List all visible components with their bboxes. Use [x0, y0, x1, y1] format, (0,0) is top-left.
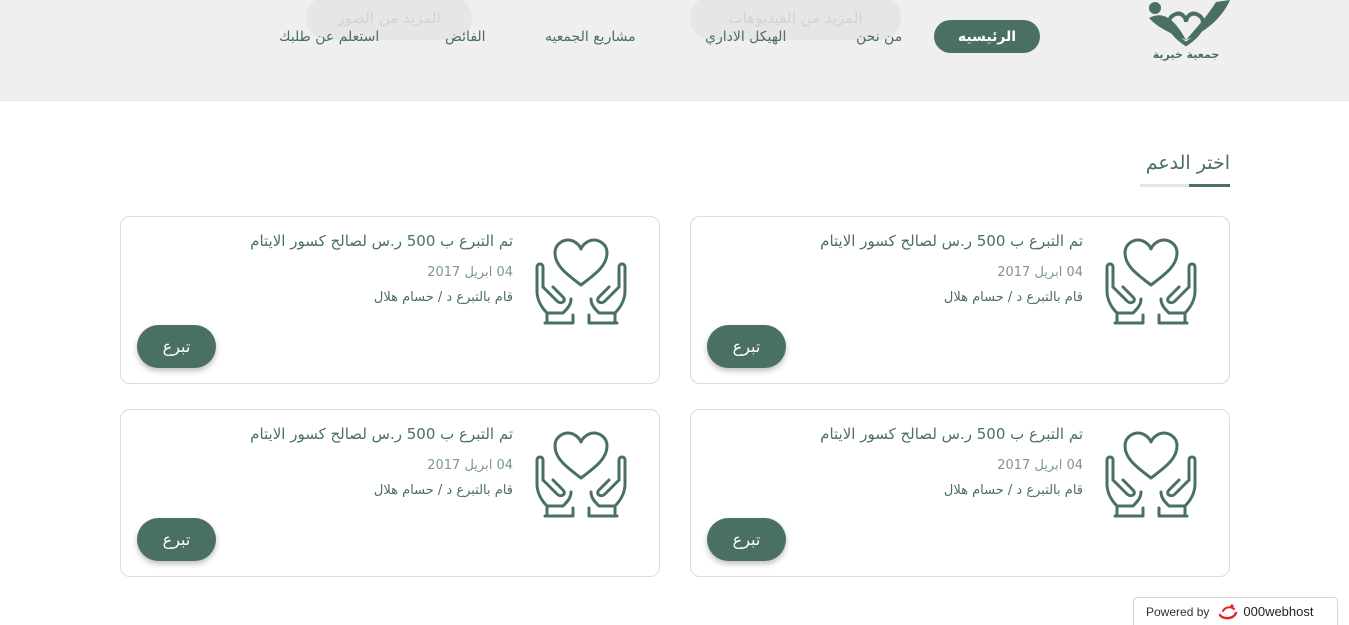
card-title: تم التبرع ب 500 ر.س لصالح كسور الايتام: [820, 425, 1083, 443]
card-donor: قام بالتبرع د / حسام هلال: [943, 290, 1083, 305]
donate-button[interactable]: تبرع: [707, 518, 786, 561]
card-donor: قام بالتبرع د / حسام هلال: [373, 483, 513, 498]
webhost-brand: 000webhost: [1243, 604, 1314, 619]
card-title: تم التبرع ب 500 ر.س لصالح كسور الايتام: [250, 425, 513, 443]
webhost-logo-icon: [1219, 603, 1238, 619]
heart-in-hands-icon: [535, 431, 627, 518]
heart-in-hands-icon: [1105, 431, 1197, 518]
heart-in-hands-icon: [1105, 238, 1197, 325]
card-title: تم التبرع ب 500 ر.س لصالح كسور الايتام: [820, 232, 1083, 250]
card-date: 04 ابريل 2017: [997, 458, 1083, 473]
nav-item-home[interactable]: الرئيسيه: [934, 20, 1040, 53]
donate-button[interactable]: تبرع: [137, 518, 216, 561]
donation-card: تم التبرع ب 500 ر.س لصالح كسور الايتام 0…: [120, 216, 660, 384]
card-date: 04 ابريل 2017: [427, 458, 513, 473]
card-date: 04 ابريل 2017: [997, 265, 1083, 280]
card-title: تم التبرع ب 500 ر.س لصالح كسور الايتام: [250, 232, 513, 250]
nav-item-about[interactable]: من نحن: [856, 27, 902, 47]
donate-button[interactable]: تبرع: [707, 325, 786, 368]
donation-card: تم التبرع ب 500 ر.س لصالح كسور الايتام 0…: [690, 216, 1230, 384]
donate-button[interactable]: تبرع: [137, 325, 216, 368]
powered-by-badge[interactable]: Powered by 000webhost: [1133, 597, 1338, 625]
card-date: 04 ابريل 2017: [427, 265, 513, 280]
nav-item-structure[interactable]: الهيكل الاداري: [705, 27, 786, 47]
section-title: اختر الدعم: [1145, 152, 1230, 174]
nav-item-projects[interactable]: مشاريع الجمعيه: [545, 27, 636, 47]
donation-card: تم التبرع ب 500 ر.س لصالح كسور الايتام 0…: [690, 409, 1230, 577]
card-donor: قام بالتبرع د / حسام هلال: [373, 290, 513, 305]
card-donor: قام بالتبرع د / حسام هلال: [943, 483, 1083, 498]
nav-item-surplus[interactable]: الفائض: [445, 27, 486, 47]
powered-by-label: Powered by: [1146, 604, 1210, 619]
logo-icon: [1149, 0, 1230, 47]
logo-text: جمعية خيرية: [1152, 48, 1220, 61]
heart-in-hands-icon: [535, 238, 627, 325]
donation-card: تم التبرع ب 500 ر.س لصالح كسور الايتام 0…: [120, 409, 660, 577]
logo[interactable]: جمعية خيرية: [1146, 0, 1234, 66]
nav-item-inquiry[interactable]: استعلم عن طلبك: [279, 27, 379, 47]
site-header: المزيد من الصور المزيد من الفيديوهات الر…: [0, 0, 1349, 101]
title-underline-accent: [1189, 184, 1230, 187]
